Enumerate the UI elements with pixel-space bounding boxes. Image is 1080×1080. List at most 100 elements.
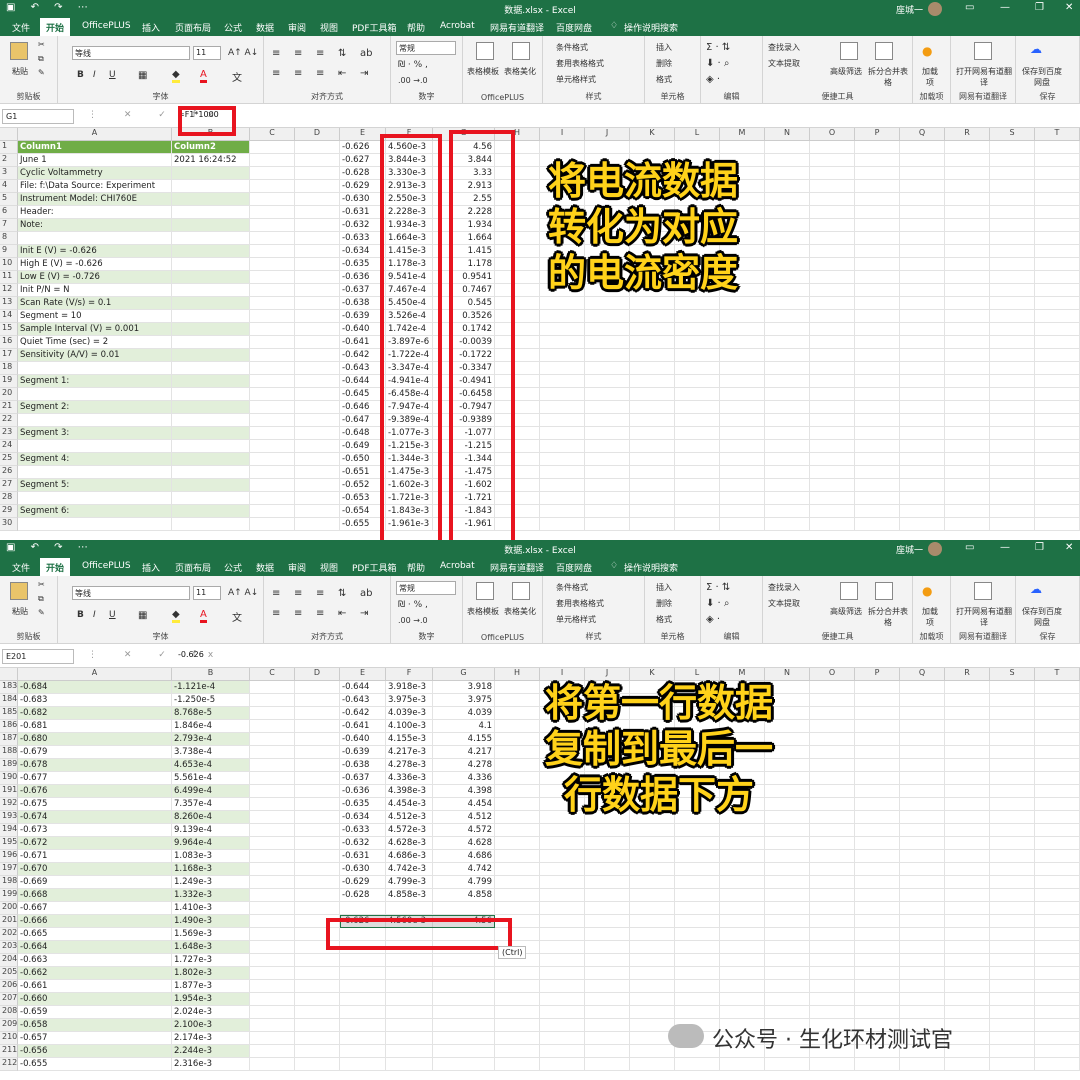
tab-5[interactable]: 公式 — [224, 21, 242, 34]
row-header[interactable]: 22 — [0, 414, 18, 427]
cell-empty[interactable] — [810, 889, 855, 902]
cell-empty[interactable] — [720, 850, 765, 863]
row-header[interactable]: 207 — [0, 993, 18, 1006]
cell-empty[interactable] — [585, 518, 630, 531]
tab-7[interactable]: 审阅 — [288, 21, 306, 34]
cell-empty[interactable] — [810, 167, 855, 180]
row-header[interactable]: 194 — [0, 824, 18, 837]
minimize-icon[interactable]: — — [1000, 542, 1010, 553]
cell-empty[interactable] — [945, 915, 990, 928]
align-icon-4[interactable]: ab — [360, 588, 372, 599]
font-size-select[interactable]: 11 — [193, 586, 221, 600]
cell-empty[interactable] — [585, 928, 630, 941]
row-header[interactable]: 196 — [0, 850, 18, 863]
cell-empty[interactable] — [675, 375, 720, 388]
cell-empty[interactable] — [765, 219, 810, 232]
cell-empty[interactable] — [855, 850, 900, 863]
tab-7[interactable]: 审阅 — [288, 561, 306, 574]
table-style-button[interactable]: 套用表格格式 — [556, 598, 604, 609]
cell-empty[interactable] — [945, 1058, 990, 1071]
cell-empty[interactable] — [720, 414, 765, 427]
cell-empty[interactable] — [1035, 941, 1080, 954]
number-format-select[interactable]: 常规 — [396, 41, 456, 55]
cell-empty[interactable] — [495, 876, 540, 889]
cell-empty[interactable] — [585, 889, 630, 902]
cell-a[interactable]: Note: — [18, 219, 172, 232]
cell-empty[interactable] — [630, 401, 675, 414]
cell-empty[interactable] — [585, 375, 630, 388]
cell-e[interactable]: -0.634 — [340, 811, 386, 824]
cell-empty[interactable] — [990, 707, 1035, 720]
cell-f[interactable] — [386, 954, 433, 967]
cell-empty[interactable] — [295, 323, 340, 336]
cell-empty[interactable] — [1035, 1045, 1080, 1058]
cell-empty[interactable] — [720, 505, 765, 518]
cell-g[interactable]: 4.512 — [433, 811, 495, 824]
cell-empty[interactable] — [900, 759, 945, 772]
cell-empty[interactable] — [900, 518, 945, 531]
cell-empty[interactable] — [765, 245, 810, 258]
cell-b[interactable] — [172, 206, 250, 219]
cell-a[interactable]: Segment = 10 — [18, 310, 172, 323]
italic-button[interactable]: I — [93, 70, 96, 80]
cell-empty[interactable] — [765, 518, 810, 531]
cell-a[interactable]: -0.678 — [18, 759, 172, 772]
cell-e[interactable]: -0.640 — [340, 733, 386, 746]
cell-empty[interactable] — [855, 824, 900, 837]
cell-empty[interactable] — [675, 466, 720, 479]
table-style-button[interactable]: 套用表格格式 — [556, 58, 604, 69]
cell-empty[interactable] — [250, 720, 295, 733]
cell-a[interactable]: -0.675 — [18, 798, 172, 811]
search-box[interactable]: 操作说明搜索 — [624, 561, 678, 574]
cell-b[interactable] — [172, 180, 250, 193]
cell-empty[interactable] — [990, 746, 1035, 759]
cell-empty[interactable] — [810, 707, 855, 720]
cell-empty[interactable] — [900, 798, 945, 811]
cell-empty[interactable] — [765, 505, 810, 518]
cell-empty[interactable] — [990, 375, 1035, 388]
cell-empty[interactable] — [250, 941, 295, 954]
cell-empty[interactable] — [1035, 284, 1080, 297]
cell-empty[interactable] — [630, 414, 675, 427]
cell-empty[interactable] — [250, 336, 295, 349]
cell-a[interactable] — [18, 388, 172, 401]
cell-empty[interactable] — [945, 889, 990, 902]
sum-icon[interactable]: Σ · ⇅ — [706, 42, 730, 53]
tab-12[interactable]: 网易有道翻译 — [490, 561, 544, 574]
cell-empty[interactable] — [945, 954, 990, 967]
cell-empty[interactable] — [765, 850, 810, 863]
cell-empty[interactable] — [295, 707, 340, 720]
cell-f[interactable] — [386, 1058, 433, 1071]
cell-empty[interactable] — [295, 505, 340, 518]
cell-empty[interactable] — [1035, 427, 1080, 440]
cell-e[interactable]: -0.637 — [340, 772, 386, 785]
cell-empty[interactable] — [1035, 850, 1080, 863]
cell-empty[interactable] — [540, 941, 585, 954]
cell-a[interactable]: -0.659 — [18, 1006, 172, 1019]
cell-f[interactable] — [386, 1019, 433, 1032]
cell-a[interactable]: -0.679 — [18, 746, 172, 759]
cell-empty[interactable] — [945, 837, 990, 850]
cell-empty[interactable] — [855, 141, 900, 154]
row-header[interactable]: 16 — [0, 336, 18, 349]
column-header-P[interactable]: P — [855, 128, 900, 141]
cell-empty[interactable] — [585, 1045, 630, 1058]
cell-empty[interactable] — [765, 414, 810, 427]
cell-empty[interactable] — [295, 967, 340, 980]
cell-b[interactable] — [172, 297, 250, 310]
cell-empty[interactable] — [295, 479, 340, 492]
cell-empty[interactable] — [675, 388, 720, 401]
cell-empty[interactable] — [855, 993, 900, 1006]
cell-b[interactable] — [172, 219, 250, 232]
cell-b[interactable] — [172, 375, 250, 388]
cell-empty[interactable] — [585, 850, 630, 863]
cell-empty[interactable] — [990, 154, 1035, 167]
cell-empty[interactable] — [250, 889, 295, 902]
cell-empty[interactable] — [585, 310, 630, 323]
cell-empty[interactable] — [495, 980, 540, 993]
cell-empty[interactable] — [990, 876, 1035, 889]
cell-a[interactable]: -0.663 — [18, 954, 172, 967]
row-header[interactable]: 193 — [0, 811, 18, 824]
cell-empty[interactable] — [990, 772, 1035, 785]
table-template-icon[interactable] — [476, 42, 494, 60]
